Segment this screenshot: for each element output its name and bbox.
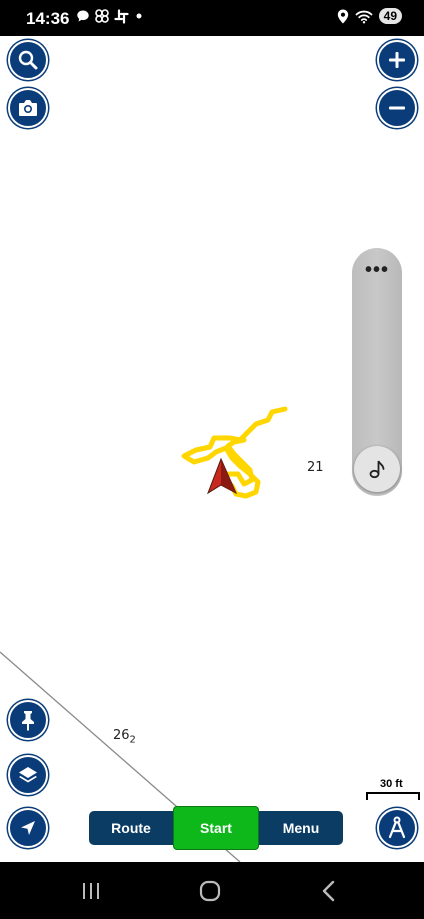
location-icon [337,9,348,23]
slider-knob[interactable] [354,446,400,492]
camera-icon [19,100,37,116]
back-icon [322,880,335,902]
status-time: 14:36 [26,9,70,28]
recent-apps-icon [83,883,99,899]
home-button[interactable] [195,878,225,904]
start-button[interactable]: Start [173,806,259,850]
status-bar: 14:36 49 [0,0,424,36]
map-scale: 30 ft [366,778,420,800]
system-nav-bar [0,862,424,919]
route-button[interactable]: Route [89,811,173,845]
minus-icon [389,106,405,110]
status-system-icons: 49 [337,8,402,24]
back-button[interactable] [314,878,344,904]
camera-button[interactable] [8,88,48,128]
add-waypoint-button[interactable] [8,700,48,740]
layers-button[interactable] [8,755,48,795]
depth-label-26: 262 [113,728,136,746]
pinwheel-icon [95,9,109,23]
compass-icon [388,816,406,839]
menu-button[interactable]: Menu [259,811,343,845]
scale-bar [366,792,420,800]
battery-icon: 49 [378,8,402,24]
bottom-action-bar: Route Start Menu [89,806,343,850]
gps-track [181,406,288,499]
compass-button[interactable] [377,808,417,848]
chat-bubble-icon [77,10,89,22]
zoom-in-button[interactable] [377,40,417,80]
scale-label: 30 ft [380,778,403,790]
status-notification-icons [76,8,145,24]
zoom-out-button[interactable] [377,88,417,128]
search-button[interactable] [8,40,48,80]
wifi-icon [355,10,373,23]
layers-icon [19,767,37,783]
home-icon [199,880,221,902]
locate-button[interactable] [8,808,48,848]
search-icon [18,50,38,70]
audio-slider[interactable]: ••• [352,248,402,496]
music-note-icon [369,460,385,479]
slack-icon [114,8,129,24]
plus-icon [389,52,405,68]
dot-icon [136,13,142,19]
more-options-button[interactable]: ••• [352,260,402,280]
recent-apps-button[interactable] [76,878,106,904]
depth-label-26-sub: 2 [129,734,136,746]
navigation-arrow-icon [21,821,35,835]
depth-label-26-value: 26 [113,728,130,743]
depth-label-21: 21 [307,460,324,475]
pin-icon [22,711,34,731]
